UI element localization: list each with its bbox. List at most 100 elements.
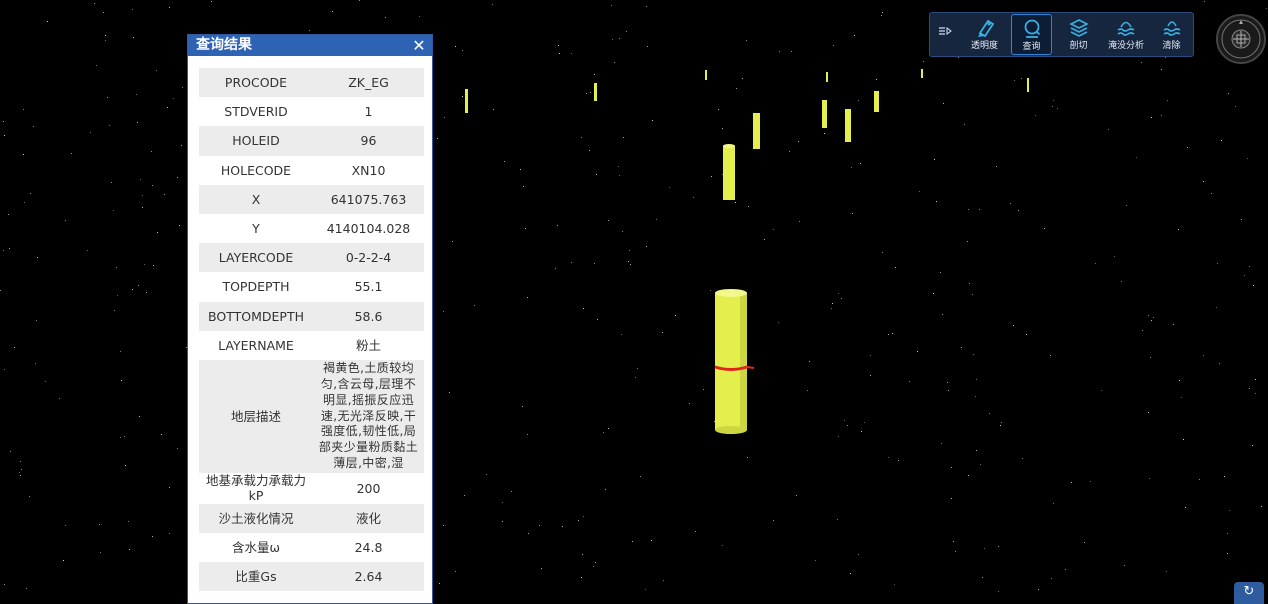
query-button[interactable]: 查询	[1011, 14, 1052, 55]
compass-navigation[interactable]	[1216, 14, 1266, 64]
star	[951, 498, 952, 499]
star	[1185, 507, 1186, 508]
borehole-column[interactable]	[753, 113, 760, 149]
star	[735, 202, 736, 203]
star	[595, 562, 596, 563]
transparency-button[interactable]: 透明度	[964, 14, 1005, 55]
star	[0, 290, 1, 291]
star	[486, 474, 487, 475]
star	[622, 231, 623, 232]
star	[133, 37, 134, 38]
star	[1181, 397, 1182, 398]
borehole-column[interactable]	[465, 89, 468, 113]
star	[809, 361, 810, 362]
star	[136, 94, 137, 95]
star	[703, 389, 704, 390]
table-row: HOLECODE XN10	[199, 155, 424, 185]
star	[799, 221, 800, 222]
borehole-column[interactable]	[723, 144, 735, 200]
star	[128, 521, 129, 522]
star	[444, 117, 445, 118]
table-row: LAYERCODE 0-2-2-4	[199, 243, 424, 273]
star	[597, 319, 598, 320]
close-button[interactable]: ✕	[412, 35, 426, 56]
field-value: XN10	[313, 155, 424, 185]
star	[1148, 412, 1149, 413]
star	[1219, 363, 1220, 364]
field-value: 2.64	[313, 562, 424, 592]
star	[1051, 578, 1052, 579]
field-value: 200	[313, 472, 424, 504]
star	[173, 98, 174, 99]
star	[1108, 129, 1109, 130]
flood-analysis-button[interactable]: 淹没分析	[1104, 14, 1148, 55]
star	[838, 436, 839, 437]
section-button[interactable]: 剖切	[1058, 14, 1099, 55]
star	[832, 303, 833, 304]
star	[1084, 542, 1085, 543]
star	[359, 0, 360, 1]
star	[778, 322, 779, 323]
star	[437, 138, 438, 139]
star	[30, 193, 31, 194]
star	[894, 584, 895, 585]
query-result-panel: 查询结果 ✕ PROCODE ZK_EG STDVERID 1 HOLEID 96 HOLE…	[187, 34, 433, 604]
star	[103, 12, 104, 13]
star	[105, 35, 106, 36]
star	[621, 334, 622, 335]
borehole-column[interactable]	[826, 72, 828, 82]
star	[29, 496, 30, 497]
star	[211, 1, 212, 2]
star	[1249, 266, 1250, 267]
star	[746, 40, 747, 41]
star	[1229, 510, 1230, 511]
star	[142, 195, 143, 196]
star	[120, 437, 121, 438]
star	[663, 580, 664, 581]
star	[1165, 57, 1166, 58]
star	[1247, 158, 1248, 159]
field-name: Y	[199, 213, 313, 244]
transparency-icon	[977, 19, 994, 38]
star	[917, 351, 918, 352]
borehole-column[interactable]	[874, 91, 879, 112]
borehole-column[interactable]	[1027, 78, 1029, 92]
star	[851, 167, 852, 168]
star	[100, 552, 101, 553]
reset-view-button[interactable]: ↻	[1234, 582, 1264, 604]
star	[1114, 256, 1115, 257]
toolbar-collapse-button[interactable]	[934, 25, 956, 45]
star	[940, 272, 941, 273]
star	[1014, 80, 1015, 81]
star	[169, 487, 170, 488]
star	[973, 354, 974, 355]
star	[96, 65, 97, 66]
star	[111, 182, 112, 183]
star	[837, 519, 838, 520]
clear-button[interactable]: 清除	[1151, 14, 1192, 55]
star	[1071, 482, 1072, 483]
star	[628, 261, 629, 262]
borehole-column[interactable]	[822, 100, 827, 128]
star	[779, 51, 780, 52]
star	[1026, 334, 1027, 335]
star	[36, 320, 37, 321]
borehole-column[interactable]	[921, 69, 923, 78]
borehole-column[interactable]	[845, 109, 851, 142]
borehole-column[interactable]	[705, 70, 707, 80]
star	[581, 137, 582, 138]
star	[462, 96, 463, 97]
star	[419, 16, 420, 17]
star	[571, 262, 572, 263]
selected-borehole[interactable]	[714, 289, 755, 434]
table-row: STDVERID 1	[199, 97, 424, 127]
star	[619, 175, 620, 176]
star	[1018, 210, 1019, 211]
borehole-column[interactable]	[594, 83, 597, 101]
star	[1216, 307, 1217, 308]
star	[142, 207, 143, 208]
star	[449, 392, 450, 393]
star	[718, 109, 719, 110]
star	[1021, 78, 1022, 79]
star	[443, 311, 444, 312]
